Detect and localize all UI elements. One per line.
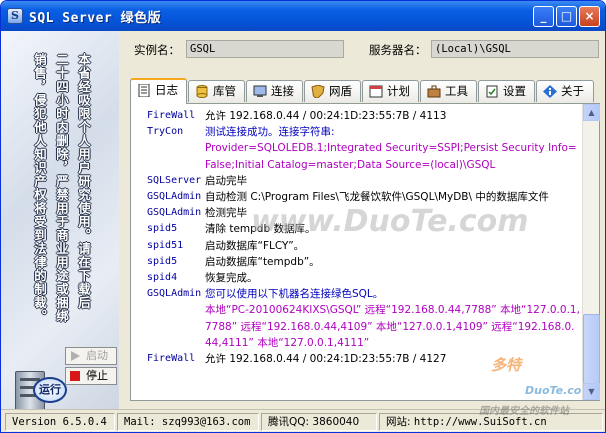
tab-plan[interactable]: 计划 [362, 80, 419, 102]
watermark-corner-main: 多特 [491, 356, 522, 374]
notice-column-3: 销售，侵犯他人知识产权将受到法律的制裁。 [32, 53, 47, 323]
tab-bar: 日志 库管 连接 网盾 计划 工具 设置 关于 [130, 78, 600, 104]
log-source: spid5 [147, 255, 178, 267]
log-source: GSQLAdmin [147, 207, 202, 219]
log-row: spid51 启动数据库“FLCY”。 [147, 238, 581, 254]
tab-shield[interactable]: 网盾 [304, 80, 361, 102]
about-icon [543, 85, 557, 98]
log-message: 本地“PC-20100624KIXS\GSQL” 远程“192.168.0.44… [205, 304, 580, 349]
log-message: 启动数据库“tempdb”。 [205, 255, 320, 268]
stop-button-label: 停止 [86, 369, 108, 382]
tools-icon [427, 85, 441, 98]
log-message: 恢复完成。 [205, 272, 258, 285]
tab-settings[interactable]: 设置 [478, 80, 535, 102]
log-row: SQLServer 启动完毕 [147, 173, 581, 189]
scroll-thumb[interactable] [583, 314, 600, 384]
log-source: spid5 [147, 223, 178, 235]
start-button[interactable]: 启动 [65, 347, 117, 365]
log-message: 您可以使用以下机器名连接绿色SQL。 [205, 288, 384, 301]
scroll-down-arrow[interactable]: ▼ [583, 383, 600, 400]
minimize-button[interactable]: _ [533, 6, 554, 27]
tab-database[interactable]: 库管 [188, 80, 245, 102]
database-icon [196, 85, 208, 98]
log-source: TryCon [147, 126, 184, 138]
log-row: spid4 恢复完成。 [147, 270, 581, 286]
log-source [147, 140, 205, 172]
tab-log[interactable]: 日志 [130, 78, 187, 104]
stop-button[interactable]: 停止 [65, 367, 117, 385]
log-row: 本地“PC-20100624KIXS\GSQL” 远程“192.168.0.44… [147, 302, 581, 351]
log-row: TryCon 测试连接成功。连接字符串: [147, 124, 581, 140]
server-label: 服务器名： [369, 43, 427, 57]
notice-column-1: 本省经吸限个人用户研究使用。请在下载后 [76, 53, 91, 310]
log-source: spid51 [147, 239, 184, 251]
log-message: 允许 192.168.0.44 / 00:24:1D:23:55:7B / 41… [205, 110, 447, 122]
close-button[interactable]: × [579, 6, 600, 27]
scroll-up-arrow[interactable]: ▲ [583, 104, 600, 121]
run-button[interactable]: 运行 [33, 377, 67, 403]
status-qq: 腾讯QQ: 3860040 [261, 413, 377, 431]
log-row: FireWall 允许 192.168.0.44 / 00:24:1D:23:55… [147, 108, 581, 124]
start-button-label: 启动 [86, 349, 108, 362]
plan-icon [369, 85, 383, 98]
log-source: spid4 [147, 272, 178, 284]
notice-column-2: 二十四小时内删除，严禁用于商业用途或捆绑 [54, 53, 69, 323]
play-icon [71, 351, 80, 361]
log-message: 自动检测 C:\Program Files\飞龙餐饮软件\GSQL\MyDB\ … [205, 191, 549, 204]
log-message: 测试连接成功。连接字符串: [205, 126, 335, 139]
settings-icon [486, 85, 498, 98]
log-message: Provider=SQLOLEDB.1;Integrated Security=… [205, 142, 577, 171]
shield-icon [311, 85, 325, 98]
log-source: FireWall [147, 110, 196, 121]
status-mail: Mail: szq993@163.com [117, 413, 259, 431]
watermark-center: www.DuoTe.com [251, 204, 529, 239]
log-source: FireWall [147, 353, 196, 365]
log-source: GSQLAdmin [147, 288, 202, 300]
instance-field[interactable]: GSQL [186, 40, 344, 58]
instance-label: 实例名： [134, 43, 180, 57]
app-icon: S [7, 8, 23, 24]
server-field[interactable]: (Local)\GSQL [431, 40, 599, 58]
maximize-button[interactable]: □ [556, 6, 577, 27]
status-version: Version 6.5.0.4 [5, 413, 115, 431]
log-row: spid5 启动数据库“tempdb”。 [147, 254, 581, 270]
left-panel: 本省经吸限个人用户研究使用。请在下载后 二十四小时内删除，严禁用于商业用途或捆绑… [1, 31, 119, 411]
connect-icon [253, 85, 267, 97]
log-icon [138, 84, 150, 97]
stop-icon [70, 371, 80, 381]
log-row: GSQLAdmin 自动检测 C:\Program Files\飞龙餐饮软件\GS… [147, 189, 581, 205]
main-window: S SQL Server 绿色版 _ □ × 本省经吸限个人用户研究使用。请在下… [0, 0, 606, 433]
tab-connect[interactable]: 连接 [246, 80, 303, 102]
log-source: GSQLAdmin [147, 191, 202, 203]
tab-about[interactable]: 关于 [536, 80, 594, 102]
log-source [147, 302, 205, 351]
log-source: SQLServer [147, 174, 202, 186]
tab-tools[interactable]: 工具 [420, 80, 477, 102]
watermark-corner-cn: 国内最安全的软件站 [479, 406, 569, 417]
title-bar[interactable]: S SQL Server 绿色版 _ □ × [1, 1, 605, 31]
log-row: Provider=SQLOLEDB.1;Integrated Security=… [147, 140, 581, 172]
log-scrollbar[interactable]: ▲ ▼ [582, 104, 600, 400]
log-message: 允许 192.168.0.44 / 00:24:1D:23:55:7B / 41… [205, 353, 447, 366]
log-message: 启动完毕 [205, 174, 247, 187]
log-message: 启动数据库“FLCY”。 [205, 239, 305, 252]
window-title: SQL Server 绿色版 [29, 11, 162, 26]
log-panel[interactable]: FireWall 允许 192.168.0.44 / 00:24:1D:23:55… [130, 103, 600, 401]
status-bar: Version 6.5.0.4 Mail: szq993@163.com 腾讯Q… [1, 406, 605, 432]
log-row: GSQLAdmin 您可以使用以下机器名连接绿色SQL。 [147, 286, 581, 302]
